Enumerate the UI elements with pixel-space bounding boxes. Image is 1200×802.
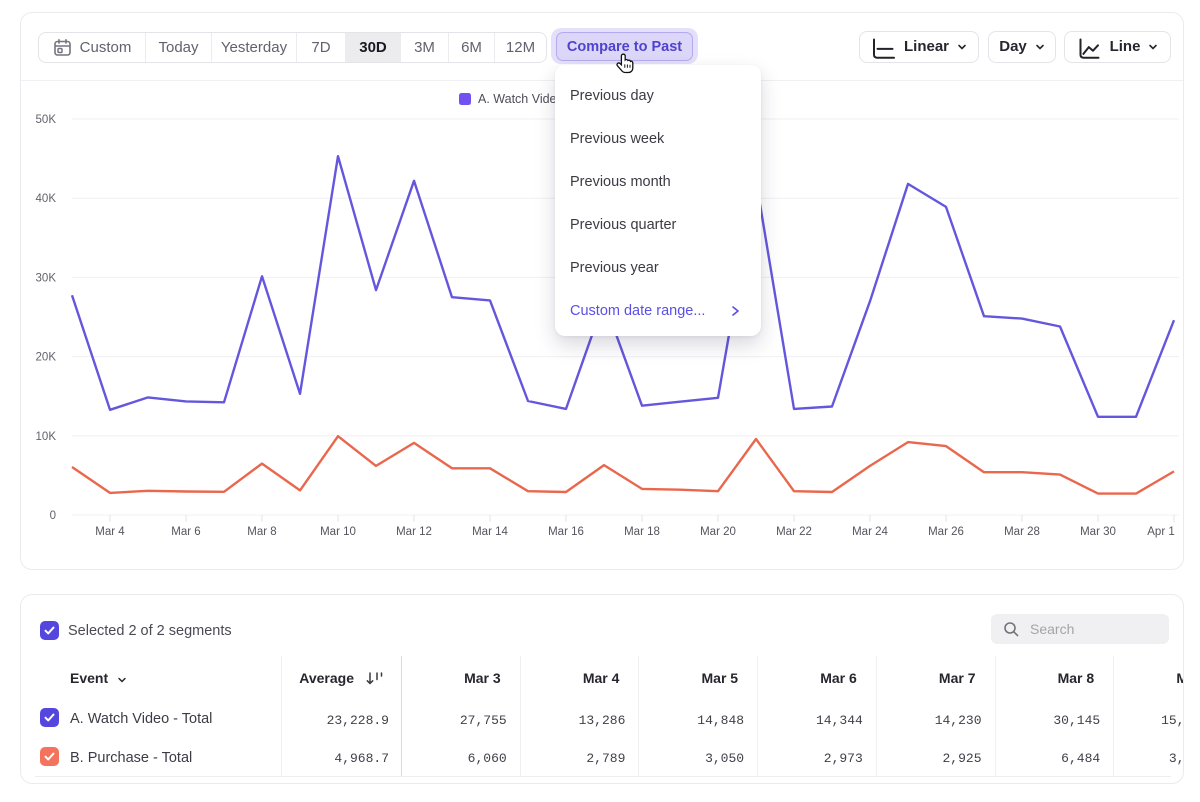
svg-text:Mar 18: Mar 18 xyxy=(624,526,660,538)
svg-text:Mar 20: Mar 20 xyxy=(700,526,736,538)
svg-text:Apr 1: Apr 1 xyxy=(1147,526,1175,538)
svg-text:40K: 40K xyxy=(36,193,57,205)
svg-text:Mar 12: Mar 12 xyxy=(396,526,432,538)
svg-text:20K: 20K xyxy=(36,352,57,364)
svg-text:Mar 26: Mar 26 xyxy=(928,526,964,538)
svg-text:Mar 22: Mar 22 xyxy=(776,526,812,538)
svg-text:Mar 24: Mar 24 xyxy=(852,526,888,538)
svg-text:Mar 16: Mar 16 xyxy=(548,526,584,538)
svg-text:Mar 14: Mar 14 xyxy=(472,526,508,538)
svg-text:Mar 10: Mar 10 xyxy=(320,526,356,538)
svg-text:Mar 8: Mar 8 xyxy=(247,526,276,538)
svg-text:Mar 28: Mar 28 xyxy=(1004,526,1040,538)
svg-text:Mar 30: Mar 30 xyxy=(1080,526,1116,538)
svg-text:Mar 4: Mar 4 xyxy=(95,526,125,538)
svg-text:Mar 6: Mar 6 xyxy=(171,526,200,538)
svg-text:50K: 50K xyxy=(36,114,57,126)
svg-text:0: 0 xyxy=(50,510,56,522)
svg-text:10K: 10K xyxy=(36,431,57,443)
svg-text:30K: 30K xyxy=(36,272,57,284)
